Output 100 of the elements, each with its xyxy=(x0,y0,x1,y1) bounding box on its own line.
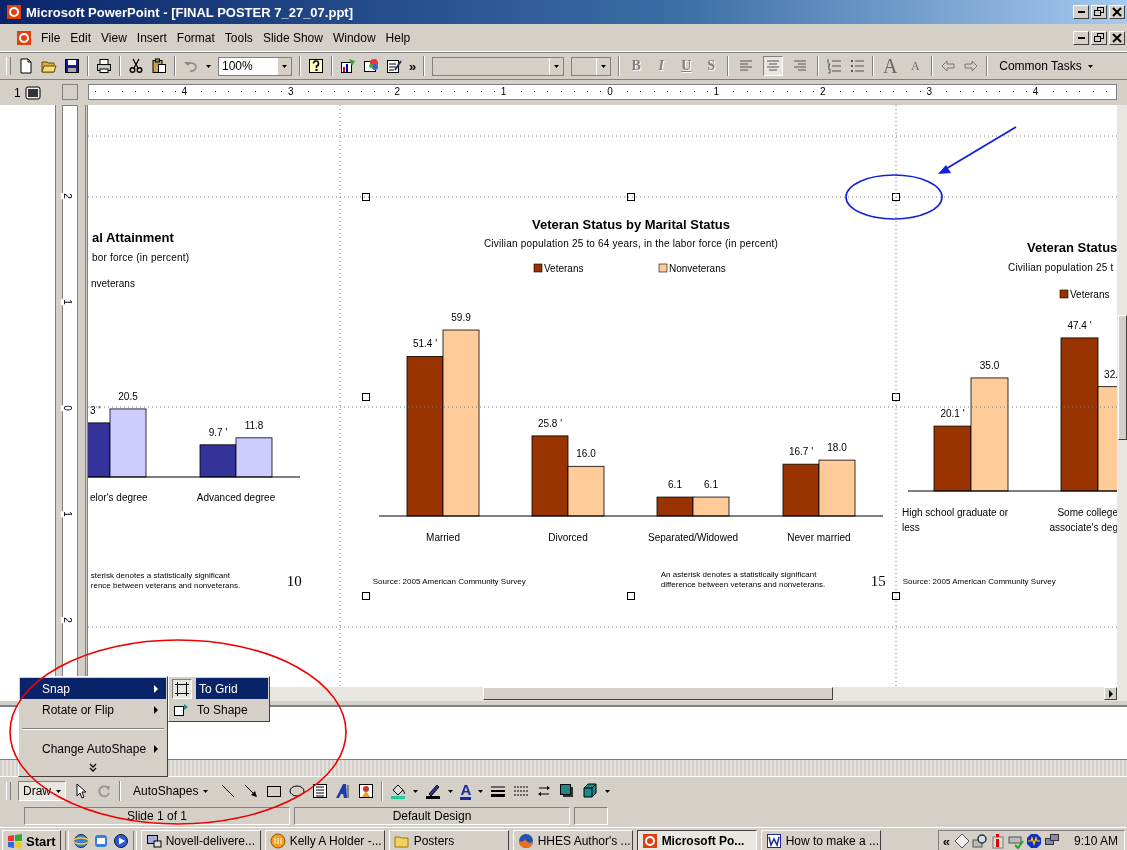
taskbar-button[interactable]: Kelly A Holder -... xyxy=(264,830,385,850)
taskbar-button[interactable]: HHES Author's ... xyxy=(512,830,633,850)
info-icon[interactable] xyxy=(989,833,1006,849)
selection-handle[interactable] xyxy=(891,193,900,201)
print-icon[interactable] xyxy=(96,58,112,74)
expand-icon[interactable] xyxy=(89,762,97,772)
font-size-field[interactable] xyxy=(571,56,612,76)
zoom-field[interactable]: 100% xyxy=(218,56,292,76)
paste-icon[interactable] xyxy=(151,58,167,74)
align-button[interactable] xyxy=(763,56,784,76)
wordart-icon[interactable] xyxy=(335,783,352,799)
menu-item[interactable]: Insert xyxy=(131,28,172,47)
notes-icon[interactable] xyxy=(386,58,402,74)
tray-toggle[interactable]: « xyxy=(942,833,950,849)
mail-icon[interactable] xyxy=(92,833,109,849)
slide-icon[interactable] xyxy=(24,85,41,100)
chart-title: Veteran Status by Marital Status xyxy=(531,217,730,232)
menu-item[interactable]: File xyxy=(36,28,66,47)
font-field[interactable] xyxy=(432,56,565,76)
selection-handle[interactable] xyxy=(626,592,635,600)
magnifier-icon[interactable] xyxy=(971,833,988,849)
rectangle-icon[interactable] xyxy=(266,783,283,799)
caret-icon[interactable] xyxy=(478,789,484,793)
selection-handle[interactable] xyxy=(626,193,635,201)
oval-icon[interactable] xyxy=(289,783,306,799)
line-icon[interactable] xyxy=(220,783,237,799)
diamond-icon[interactable] xyxy=(953,833,970,849)
caret-icon[interactable] xyxy=(448,789,454,793)
menu-item[interactable]: Slide Show xyxy=(257,28,328,47)
value-label: 47.4 ' xyxy=(1067,319,1092,331)
scrollbar-thumb[interactable] xyxy=(482,687,833,700)
text-box-icon[interactable] xyxy=(312,783,329,799)
menu-item[interactable]: To Shape xyxy=(170,699,268,720)
increase-font-button[interactable]: A xyxy=(881,54,900,78)
play-icon[interactable] xyxy=(112,833,129,849)
selection-handle[interactable] xyxy=(361,392,370,401)
shadow-icon[interactable] xyxy=(559,783,576,799)
line-style-icon[interactable] xyxy=(490,783,507,799)
autoshapes-button[interactable]: AutoShapes xyxy=(128,781,214,801)
signal-icon[interactable] xyxy=(1025,833,1042,849)
ruler-label: 1 xyxy=(61,299,74,305)
menu-item[interactable]: Help xyxy=(380,28,416,47)
common-tasks-button[interactable]: Common Tasks xyxy=(995,57,1097,75)
menu-item[interactable]: Tools xyxy=(219,28,258,47)
select-pointer-icon[interactable] xyxy=(73,783,89,799)
menu-item[interactable]: Snap xyxy=(20,678,166,699)
caret-icon[interactable] xyxy=(206,64,211,68)
windows-icon xyxy=(7,833,23,849)
clip-art-icon[interactable] xyxy=(358,783,375,799)
document-icon[interactable] xyxy=(16,29,32,46)
menu-item[interactable]: Rotate or Flip xyxy=(20,699,166,720)
menu-item[interactable]: Change AutoShape xyxy=(20,738,166,759)
selection-handle[interactable] xyxy=(361,193,370,201)
close-button[interactable] xyxy=(1109,5,1125,19)
open-icon[interactable] xyxy=(41,58,57,74)
value-label: 16.7 ' xyxy=(788,446,813,458)
scrollbar-thumb[interactable] xyxy=(1118,315,1127,440)
legend-label: Nonveterans xyxy=(668,263,726,274)
app-icon[interactable] xyxy=(6,4,22,20)
new-icon[interactable] xyxy=(18,58,34,74)
overflow-button[interactable]: » xyxy=(409,58,417,74)
caret-icon[interactable] xyxy=(413,789,419,793)
pen-icon[interactable] xyxy=(425,783,442,799)
right-arrow-icon[interactable] xyxy=(963,58,980,74)
chart-icon[interactable] xyxy=(340,58,356,74)
caret-icon xyxy=(1087,64,1093,68)
menu-item[interactable]: Edit xyxy=(65,28,97,47)
caret-icon[interactable] xyxy=(605,789,611,793)
selection-handle[interactable] xyxy=(361,592,370,600)
cut-icon[interactable] xyxy=(128,58,144,74)
minimize-button[interactable] xyxy=(1073,30,1089,45)
arrow-icon[interactable] xyxy=(243,783,260,799)
menu-item[interactable]: Window xyxy=(327,28,381,47)
taskbar-button[interactable]: Posters xyxy=(388,830,509,850)
decrease-font-button[interactable]: A xyxy=(906,58,925,74)
restore-button[interactable] xyxy=(1091,30,1107,45)
cube-icon[interactable] xyxy=(582,783,599,799)
font-color-button[interactable]: A xyxy=(460,782,472,800)
selection-handle[interactable] xyxy=(891,392,900,401)
scroll-right-button[interactable] xyxy=(1104,687,1118,700)
fill-bucket-icon[interactable] xyxy=(390,783,407,799)
palette-icon[interactable] xyxy=(363,58,379,74)
close-button[interactable] xyxy=(1109,30,1125,45)
left-arrow-icon[interactable] xyxy=(940,58,957,74)
start-button[interactable]: Start xyxy=(2,830,61,850)
dash-style-icon[interactable] xyxy=(513,783,530,799)
taskbar-button[interactable]: Novell-delivere... xyxy=(140,830,261,850)
vertical-scrollbar[interactable] xyxy=(1117,105,1127,701)
restore-button[interactable] xyxy=(1091,5,1107,19)
taskbar-button[interactable]: How to make a ... xyxy=(760,830,881,850)
globe-icon[interactable] xyxy=(72,833,89,849)
selection-handle[interactable] xyxy=(891,592,900,600)
help-icon[interactable] xyxy=(308,58,324,74)
menu-item[interactable]: View xyxy=(96,28,132,47)
save-icon[interactable] xyxy=(64,58,80,74)
taskbar-button[interactable]: Microsoft Po... xyxy=(636,830,757,850)
minimize-button[interactable] xyxy=(1073,5,1089,19)
draw-button[interactable]: Draw xyxy=(18,781,66,801)
bullets-icon[interactable] xyxy=(849,58,866,74)
menu-item[interactable]: Format xyxy=(171,28,220,47)
